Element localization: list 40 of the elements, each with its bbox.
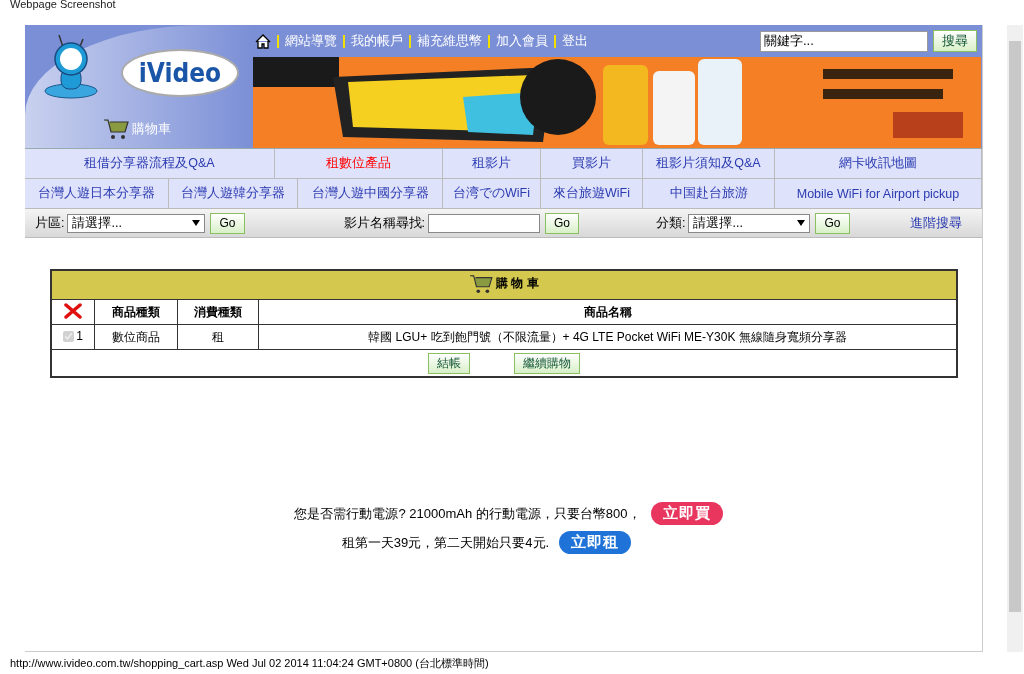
search-button[interactable]: 搜尋: [933, 30, 977, 52]
promo-text: 您是否需行動電源? 21000mAh 的行動電源，只要台幣800，: [294, 504, 641, 523]
nav-tab[interactable]: 網卡收訊地圖: [775, 149, 982, 179]
go-button[interactable]: Go: [815, 212, 850, 234]
column-header: 消費種類: [177, 299, 259, 325]
cart-button[interactable]: 繼續購物: [514, 352, 580, 374]
promo-text: 租第一天39元，第二天開始只要4元.: [341, 533, 550, 552]
category-dropdown[interactable]: 請選擇...: [688, 213, 811, 233]
cart-icon: [103, 118, 129, 140]
status-text: http://www.ivideo.com.tw/shopping_cart.asp Wed Jul 02 2014 11:04:24 GMT+0800 (台北標準時間): [9, 656, 490, 671]
row-number: 1: [76, 329, 83, 344]
nav-tab[interactable]: 買影片: [541, 149, 643, 179]
promo-button[interactable]: 立即租: [559, 531, 632, 554]
cart-button[interactable]: 結帳: [428, 352, 470, 374]
table-cell: 租: [177, 324, 259, 350]
title-search-field[interactable]: [428, 213, 540, 233]
table-cell: 數位商品: [94, 324, 178, 350]
column-header: 商品種類: [94, 299, 178, 325]
advanced-search-link[interactable]: 進階搜尋: [910, 214, 962, 232]
cart-title: 購 物 車: [496, 275, 539, 292]
category-label: 分類:: [656, 214, 686, 232]
scrollbar[interactable]: [1007, 25, 1023, 652]
cart-icon: [469, 273, 494, 294]
robot-mascot-icon: [43, 33, 99, 99]
promo-button[interactable]: 立即買: [650, 502, 723, 525]
delete-icon: [64, 302, 82, 319]
dropdown-arrow-icon: [192, 220, 201, 226]
title-search-label: 影片名稱尋找:: [343, 214, 425, 232]
search-field[interactable]: 關鍵字...: [760, 30, 928, 52]
page-caption: Webpage Screenshot: [9, 0, 117, 12]
nav-tab[interactable]: 租影片須知及Q&A: [643, 149, 775, 179]
ivideo-logo[interactable]: iVideo: [121, 49, 239, 97]
region-dropdown[interactable]: 請選擇...: [67, 213, 206, 233]
dropdown-arrow-icon: [797, 220, 806, 226]
go-button[interactable]: Go: [210, 212, 245, 234]
nav-tab[interactable]: 租借分享器流程及Q&A: [25, 149, 275, 179]
nav-tab[interactable]: 租影片: [443, 149, 541, 179]
go-button[interactable]: Go: [545, 212, 579, 234]
region-label: 片區:: [35, 214, 65, 232]
home-icon[interactable]: [255, 33, 271, 49]
